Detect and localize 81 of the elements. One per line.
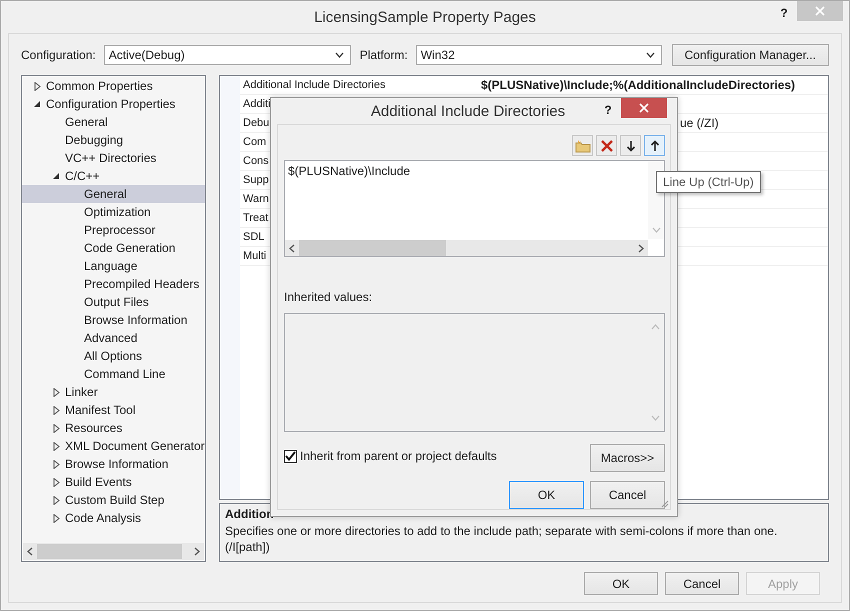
tree-item[interactable]: Preprocessor: [22, 221, 205, 239]
dialog-button[interactable]: OK: [509, 481, 584, 509]
tree-item[interactable]: Browse Information: [22, 311, 205, 329]
tree-item[interactable]: Language: [22, 257, 205, 275]
help-button[interactable]: ?: [771, 3, 797, 23]
tree-item[interactable]: Manifest Tool: [22, 401, 205, 419]
folder-icon: [574, 138, 590, 152]
tree-item[interactable]: General: [22, 113, 205, 131]
tree-item[interactable]: Precompiled Headers: [22, 275, 205, 293]
tree-item[interactable]: General: [22, 185, 205, 203]
property-name: Debu: [243, 117, 270, 129]
property-name: Com: [243, 136, 266, 148]
property-name: Supp: [243, 174, 269, 186]
scrollbar-thumb[interactable]: [299, 240, 446, 256]
horizontal-scrollbar[interactable]: [23, 543, 204, 560]
platform-label: Platform:: [360, 48, 408, 62]
property-name: Treat: [243, 212, 268, 224]
tree-item[interactable]: Custom Build Step: [22, 491, 205, 509]
tree-item[interactable]: Resources: [22, 419, 205, 437]
configuration-manager-button[interactable]: Configuration Manager...: [672, 44, 829, 66]
tree-item[interactable]: Build Events: [22, 473, 205, 491]
scroll-up-icon: [651, 324, 660, 330]
tree-item[interactable]: Code Analysis: [22, 509, 205, 527]
dialog-title: Additional Include Directories: [370, 102, 566, 120]
checkbox[interactable]: [284, 450, 297, 462]
tree-item[interactable]: Configuration Properties: [22, 95, 205, 113]
dialog-button[interactable]: Cancel: [665, 572, 739, 595]
property-value: $(PLUSNative)\Include;%(AdditionalIncludeDirectories): [481, 78, 796, 92]
tree-item[interactable]: C/C++: [22, 167, 205, 185]
property-name: Multi: [243, 250, 266, 262]
down-arrow-icon: [626, 140, 636, 152]
scroll-right-icon: [194, 547, 200, 556]
dialog-button[interactable]: Cancel: [590, 481, 665, 509]
tree-item[interactable]: XML Document Generator: [22, 437, 205, 455]
tree-item[interactable]: All Options: [22, 347, 205, 365]
scroll-down-icon: [652, 227, 660, 233]
help-button[interactable]: ?: [595, 100, 621, 120]
tree-item[interactable]: Code Generation: [22, 239, 205, 257]
property-name: Warn: [243, 193, 269, 205]
up-arrow-icon: [650, 140, 660, 152]
move-down-button[interactable]: [620, 135, 641, 156]
directories-list[interactable]: $(PLUSNative)\Include: [284, 160, 665, 257]
tooltip: Line Up (Ctrl-Up): [656, 171, 761, 193]
platform-dropdown[interactable]: Win32: [416, 45, 662, 65]
delete-button[interactable]: [596, 135, 617, 156]
delete-icon: [600, 138, 614, 152]
property-name: SDL: [243, 231, 264, 243]
scrollbar-thumb[interactable]: [37, 544, 182, 559]
scroll-left-icon: [27, 547, 33, 556]
move-up-button[interactable]: [644, 135, 665, 156]
resize-grip-icon: [660, 499, 669, 508]
configuration-dropdown[interactable]: Active(Debug): [104, 45, 351, 65]
scroll-down-icon: [651, 415, 660, 421]
property-name: Cons: [243, 155, 269, 167]
tree-item[interactable]: Advanced: [22, 329, 205, 347]
property-value: ue (/ZI): [680, 116, 719, 130]
checkbox-label: Inherit from parent or project defaults: [300, 449, 497, 463]
scroll-left-icon: [289, 244, 295, 252]
tree-item[interactable]: VC++ Directories: [22, 149, 205, 167]
property-name: Additi: [243, 98, 271, 110]
tree-item[interactable]: Output Files: [22, 293, 205, 311]
configuration-label: Configuration:: [21, 48, 96, 62]
tree-item[interactable]: Debugging: [22, 131, 205, 149]
tree-item[interactable]: Common Properties: [22, 77, 205, 95]
tree-item[interactable]: Linker: [22, 383, 205, 401]
close-button[interactable]: [621, 98, 667, 118]
new-folder-button[interactable]: [572, 135, 593, 156]
macros-button[interactable]: Macros>>: [590, 444, 665, 472]
description-text: Specifies one or more directories to add to the include path; separate with semi-colons if more than one. (/I[path]): [225, 523, 778, 555]
close-icon: [639, 103, 649, 113]
dialog-button[interactable]: OK: [584, 572, 658, 595]
scroll-right-icon: [638, 244, 644, 252]
tree-item[interactable]: Optimization: [22, 203, 205, 221]
checkmark-icon: [285, 451, 296, 461]
property-name: Additional Include Directories: [243, 79, 386, 91]
window-title: LicensingSample Property Pages: [314, 8, 536, 26]
horizontal-scrollbar[interactable]: [285, 240, 648, 256]
close-icon: [815, 6, 825, 16]
inherited-values-label: Inherited values:: [284, 290, 374, 306]
tree-item[interactable]: Command Line: [22, 365, 205, 383]
tree-item[interactable]: Browse Information: [22, 455, 205, 473]
